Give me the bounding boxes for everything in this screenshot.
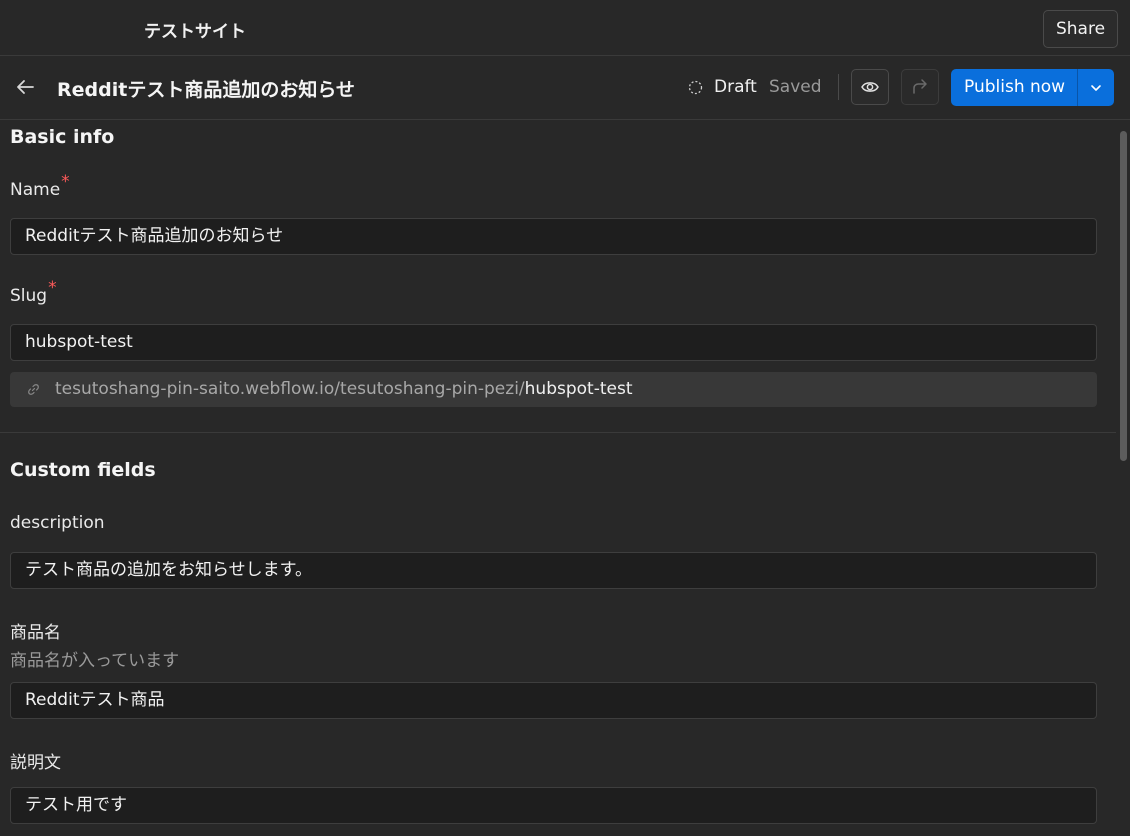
explanation-input[interactable]: テスト用です — [10, 787, 1097, 824]
draft-status-icon — [688, 80, 703, 95]
header-divider — [838, 74, 839, 100]
url-slug: hubspot-test — [524, 379, 633, 399]
name-label-text: Name — [10, 180, 61, 200]
chevron-down-icon — [1091, 84, 1101, 91]
description-label: description — [10, 513, 105, 533]
redo-button[interactable] — [901, 69, 939, 105]
name-input[interactable]: Redditテスト商品追加のお知らせ — [10, 218, 1097, 255]
product-name-input[interactable]: Redditテスト商品 — [10, 682, 1097, 719]
publish-options-button[interactable] — [1078, 69, 1114, 106]
eye-icon — [861, 82, 879, 92]
scrollbar-thumb[interactable] — [1120, 131, 1127, 461]
section-divider — [0, 432, 1116, 433]
page-title: Redditテスト商品追加のお知らせ — [57, 79, 355, 101]
link-icon — [28, 384, 39, 395]
slug-label-text: Slug — [10, 286, 48, 306]
required-mark: * — [48, 278, 57, 298]
explanation-label: 説明文 — [10, 753, 61, 773]
publish-button-group: Publish now — [951, 69, 1114, 106]
description-input[interactable]: テスト商品の追加をお知らせします。 — [10, 552, 1097, 589]
preview-button[interactable] — [851, 69, 889, 105]
custom-fields-title: Custom fields — [10, 459, 156, 481]
redo-arrow-icon — [913, 79, 927, 94]
slug-input[interactable]: hubspot-test — [10, 324, 1097, 361]
item-url[interactable]: tesutoshang-pin-saito.webflow.io/tesutos… — [10, 372, 1097, 407]
name-label: Name* — [10, 172, 70, 200]
publish-now-button[interactable]: Publish now — [951, 69, 1077, 106]
basic-info-title: Basic info — [10, 126, 115, 148]
product-name-help: 商品名が入っています — [10, 651, 180, 671]
share-button[interactable]: Share — [1043, 10, 1118, 48]
top-bar: テストサイト Share — [0, 0, 1130, 56]
saved-indicator: Saved — [769, 77, 822, 97]
item-form: Basic info Name* Redditテスト商品追加のお知らせ Slug… — [0, 121, 1116, 836]
product-name-label: 商品名 — [10, 623, 61, 643]
site-name: テストサイト — [144, 22, 246, 42]
url-prefix: tesutoshang-pin-saito.webflow.io/tesutos… — [55, 379, 525, 399]
status-label: Draft — [714, 77, 757, 97]
slug-label: Slug* — [10, 278, 57, 306]
item-header: Redditテスト商品追加のお知らせ Draft Saved Publish n… — [0, 56, 1130, 120]
back-arrow-icon[interactable] — [14, 76, 36, 98]
required-mark: * — [61, 172, 70, 192]
